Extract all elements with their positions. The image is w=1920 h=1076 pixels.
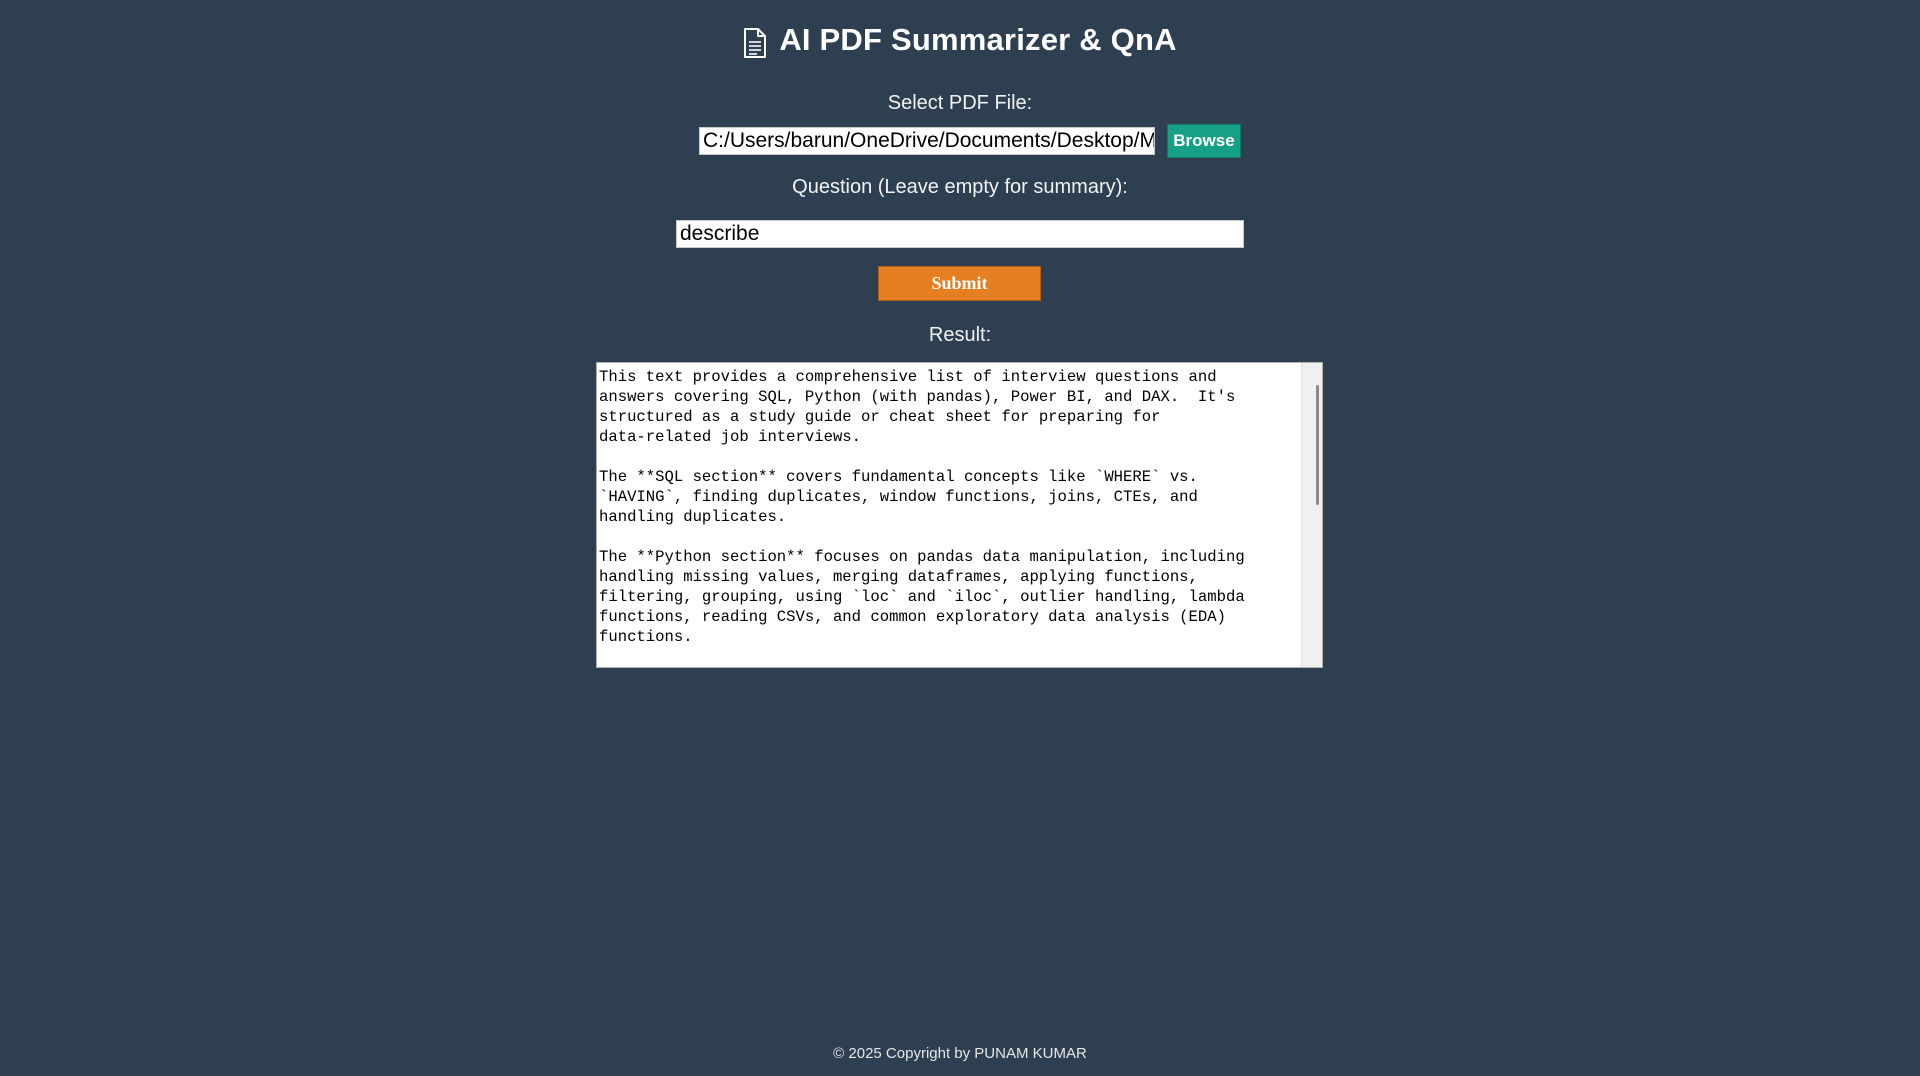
result-text: This text provides a comprehensive list … xyxy=(599,368,1245,646)
submit-button[interactable]: Submit xyxy=(878,266,1041,301)
browse-button[interactable]: Browse xyxy=(1167,124,1241,158)
question-label: Question (Leave empty for summary): xyxy=(792,176,1128,198)
app-window: AI PDF Summarizer & QnA Select PDF File:… xyxy=(0,0,1920,1076)
file-path-input[interactable]: C:/Users/barun/OneDrive/Documents/Deskto… xyxy=(699,127,1155,155)
header: AI PDF Summarizer & QnA xyxy=(0,22,1920,58)
question-input[interactable]: describe xyxy=(676,220,1244,248)
document-icon xyxy=(743,28,767,58)
scrollbar-thumb[interactable] xyxy=(1316,385,1319,505)
footer-copyright: © 2025 Copyright by PUNAM KUMAR xyxy=(833,1045,1087,1062)
select-file-label: Select PDF File: xyxy=(887,92,1033,114)
result-textarea[interactable]: This text provides a comprehensive list … xyxy=(596,362,1323,668)
file-picker-row: C:/Users/barun/OneDrive/Documents/Deskto… xyxy=(0,124,1920,158)
page-title: AI PDF Summarizer & QnA xyxy=(779,22,1177,57)
result-label: Result: xyxy=(928,324,992,346)
result-scrollbar[interactable] xyxy=(1301,363,1322,667)
